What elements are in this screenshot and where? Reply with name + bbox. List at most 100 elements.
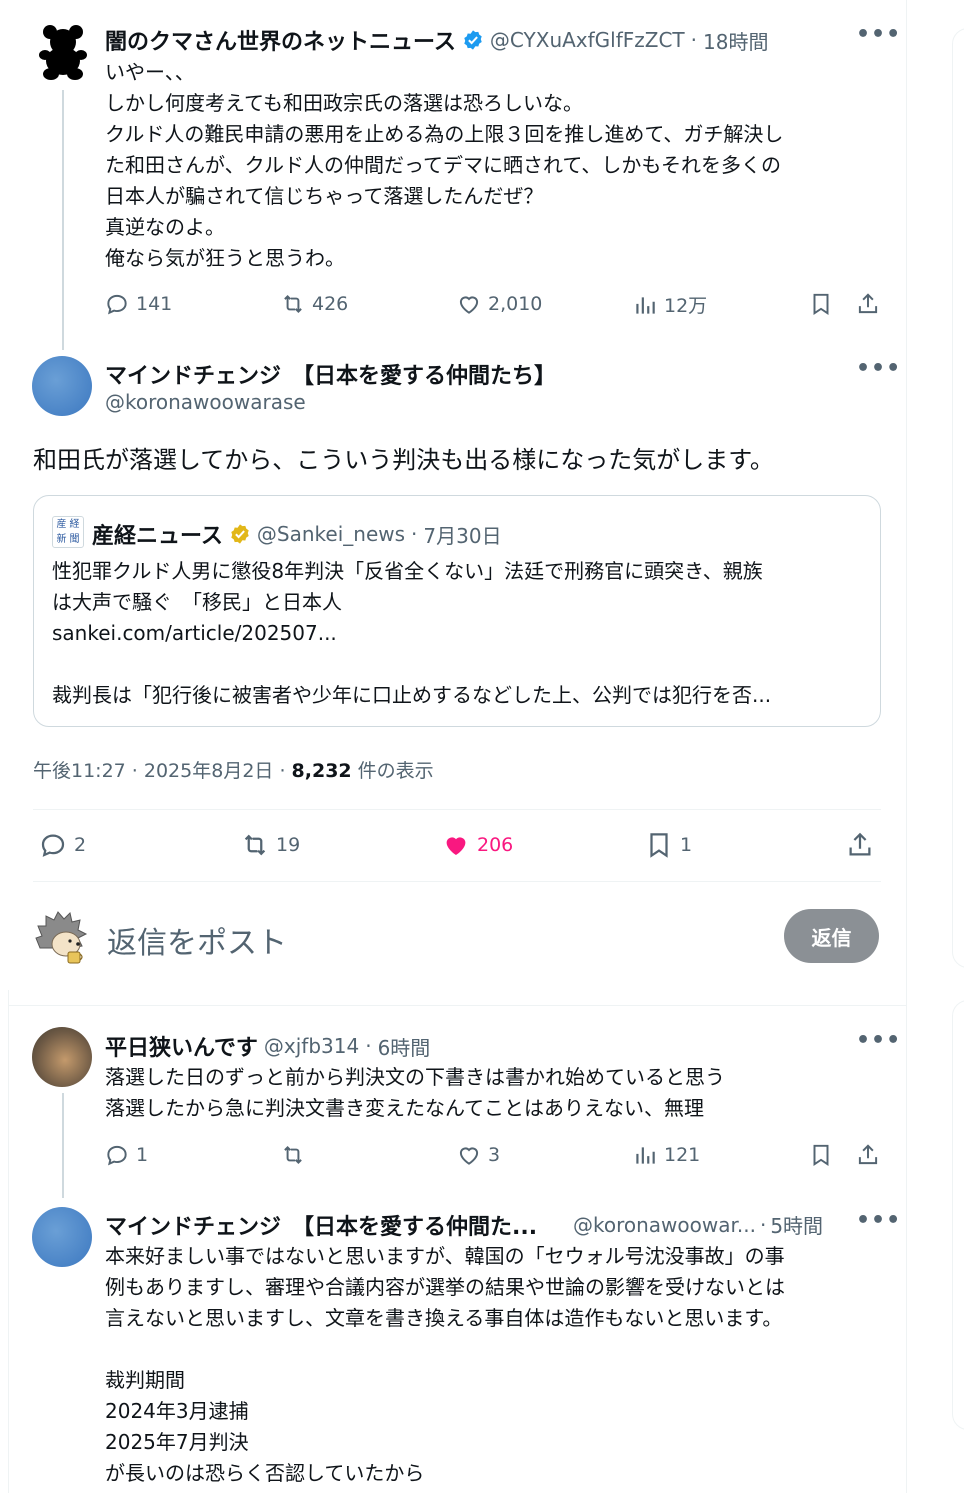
divider <box>33 881 881 882</box>
sidebar-card <box>952 1000 964 1430</box>
views-count: 8,232 <box>291 760 352 782</box>
reply-icon <box>107 1145 127 1166</box>
author-handle[interactable]: @koronawoowarase <box>105 390 306 414</box>
share-button[interactable] <box>845 830 875 860</box>
quote-author-name[interactable]: 産経ニュース <box>92 518 223 550</box>
repost-button[interactable]: 19 <box>240 830 300 860</box>
views-count: 12万 <box>664 295 708 317</box>
repost-icon <box>284 1146 302 1164</box>
repost-icon <box>284 295 302 313</box>
reply-button[interactable]: 2 <box>38 830 86 860</box>
divider <box>33 809 881 810</box>
main-tweet-text: 和田氏が落選してから、こういう判決も出る様になった気がします。 <box>33 446 774 474</box>
verified-gold-badge-icon <box>231 524 249 544</box>
reply-icon <box>41 834 65 857</box>
like-count: 3 <box>488 1144 501 1166</box>
bookmark-count: 1 <box>680 834 693 856</box>
reply-input[interactable]: 返信をポスト <box>107 918 287 962</box>
heart-filled-icon <box>446 837 466 855</box>
reply-count: 2 <box>74 834 87 856</box>
post-time[interactable]: 18時間 <box>703 26 768 55</box>
post-time[interactable]: 5時間 <box>770 1210 823 1239</box>
column-border-right <box>906 0 907 1493</box>
hedgehog-avatar-icon <box>32 908 92 968</box>
like-button[interactable]: 206 <box>441 830 513 860</box>
reply-submit-button[interactable]: 返信 <box>784 909 879 963</box>
separator-dot: · <box>759 1212 767 1237</box>
more-options-icon[interactable]: ••• <box>856 1028 901 1053</box>
share-icon <box>858 293 878 314</box>
divider <box>8 1005 906 1006</box>
like-count: 206 <box>477 834 514 856</box>
author-name[interactable]: 闇のクマさん世界のネットニュース <box>105 24 456 56</box>
analytics-icon <box>636 296 655 314</box>
quote-header: 産経ニュース @Sankei_news · 7月30日 <box>92 518 502 550</box>
repost-count: 426 <box>312 293 349 315</box>
views-count: 121 <box>664 1144 701 1166</box>
separator-dot: · <box>411 522 418 546</box>
more-options-icon[interactable]: ••• <box>856 1208 901 1233</box>
author-handle[interactable]: @koronawoowar... <box>573 1213 756 1237</box>
reply-count: 141 <box>136 293 173 315</box>
reply-icon <box>107 294 127 315</box>
more-options-icon[interactable]: ••• <box>856 22 901 47</box>
views-label: 件の表示 <box>351 760 434 782</box>
repost-button[interactable]: 426 <box>280 291 348 317</box>
repost-button[interactable] <box>280 1142 312 1168</box>
repost-count: 19 <box>276 834 301 856</box>
thread-connector <box>62 1093 64 1198</box>
share-button[interactable] <box>855 1142 881 1168</box>
repost-icon <box>244 834 266 856</box>
author-handle[interactable]: @xjfb314 <box>264 1034 359 1058</box>
views-button[interactable]: 12万 <box>632 291 707 318</box>
more-options-icon[interactable]: ••• <box>856 356 901 381</box>
verified-badge-icon <box>464 30 482 50</box>
post-time[interactable]: 6時間 <box>378 1032 431 1061</box>
tweet-text: いやー、、 しかし何度考えても和田政宗氏の落選は恐ろしいな。 クルド人の難民申請… <box>105 60 784 270</box>
bookmark-icon <box>813 1144 829 1167</box>
bookmark-icon <box>813 293 829 316</box>
bookmark-button[interactable] <box>808 1142 834 1168</box>
separator-dot: · <box>365 1034 372 1058</box>
quote-text: 性犯罪クルド人男に懲役8年判決「反省全くない」法廷で刑務官に頭突き、親族 は大声… <box>52 559 772 707</box>
bookmark-icon <box>650 833 668 858</box>
sidebar-card <box>952 28 964 968</box>
heart-icon <box>459 296 479 314</box>
like-count: 2,010 <box>488 293 543 315</box>
reply-text: 落選した日のずっと前から判決文の下書きは書かれ始めていると思う 落選したから急に… <box>105 1065 725 1120</box>
bookmark-button[interactable] <box>808 291 834 317</box>
like-button[interactable]: 2,010 <box>456 291 542 317</box>
reply-count: 1 <box>136 1144 149 1166</box>
quote-author-handle[interactable]: @Sankei_news <box>257 522 405 546</box>
thread-connector <box>62 90 64 350</box>
avatar[interactable] <box>32 356 92 416</box>
share-icon <box>858 1144 878 1165</box>
avatar[interactable] <box>32 1027 92 1087</box>
column-border-left <box>8 990 9 1493</box>
author-name[interactable]: 平日狭いんです <box>105 1030 258 1062</box>
like-button[interactable]: 3 <box>456 1142 500 1168</box>
tweet1-header: 闇のクマさん世界のネットニュース @CYXuAxfGlfFzZCT · 18時間 <box>105 24 768 56</box>
share-icon <box>849 832 871 856</box>
avatar[interactable] <box>32 1207 92 1267</box>
avatar-bear[interactable] <box>36 24 90 84</box>
share-button[interactable] <box>855 291 881 317</box>
author-handle[interactable]: @CYXuAxfGlfFzZCT <box>490 28 685 52</box>
reply-button[interactable]: 141 <box>104 291 172 317</box>
composer-avatar[interactable] <box>32 908 92 972</box>
author-name[interactable]: マインドチェンジ 【日本を愛する仲間た... <box>105 1209 560 1241</box>
post-timestamp: 午後11:27 · 2025年8月2日 · 8,232 件の表示 <box>33 756 434 783</box>
bookmark-button[interactable]: 1 <box>644 830 692 860</box>
reply-button[interactable]: 1 <box>104 1142 148 1168</box>
reply1-header: 平日狭いんです @xjfb314 · 6時間 <box>105 1030 430 1062</box>
sankei-logo-icon: 産経 新聞 <box>52 516 84 548</box>
reply-text: 本来好ましい事ではないと思いますが、韓国の「セウォル号沈没事故」の事 例もありま… <box>105 1244 785 1485</box>
heart-icon <box>459 1147 479 1165</box>
quote-tweet-card[interactable]: 産経 新聞 産経ニュース @Sankei_news · 7月30日 性犯罪クルド… <box>33 495 881 727</box>
timestamp-text[interactable]: 午後11:27 · 2025年8月2日 · <box>33 760 292 782</box>
bear-icon <box>39 25 87 80</box>
views-button[interactable]: 121 <box>632 1142 700 1168</box>
author-name[interactable]: マインドチェンジ 【日本を愛する仲間たち】 <box>105 358 556 390</box>
quote-time: 7月30日 <box>423 523 502 548</box>
reply2-meta: @koronawoowar... · 5時間 <box>573 1210 823 1239</box>
